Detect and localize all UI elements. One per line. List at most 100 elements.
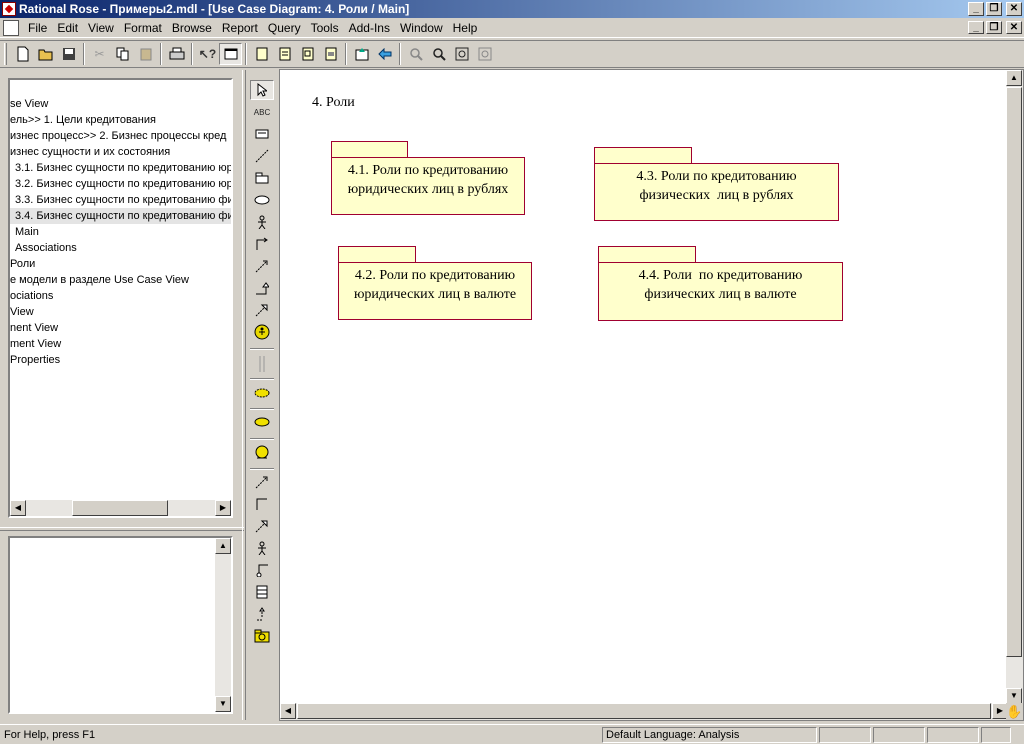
scroll-left-icon[interactable]: ◀ <box>10 500 26 516</box>
copy-icon[interactable] <box>111 43 134 65</box>
zoom-in-icon[interactable] <box>404 43 427 65</box>
business-worker-icon[interactable] <box>250 442 274 462</box>
scroll-down-icon[interactable]: ▼ <box>215 696 231 712</box>
undo-fit-icon[interactable] <box>473 43 496 65</box>
menu-window[interactable]: Window <box>395 21 448 35</box>
unidirectional-association-icon[interactable] <box>250 234 274 254</box>
restore-button[interactable]: ❐ <box>986 2 1002 16</box>
business-use-case-icon[interactable] <box>250 383 274 403</box>
note-icon[interactable] <box>250 124 274 144</box>
new-icon[interactable] <box>11 43 34 65</box>
paste-icon[interactable] <box>134 43 157 65</box>
text-box-icon[interactable]: ABC <box>250 102 274 122</box>
open-icon[interactable] <box>34 43 57 65</box>
use-case-diagram-window[interactable]: 4. Роли 4.1. Роли по кредитованию юридич… <box>279 69 1024 721</box>
menu-help[interactable]: Help <box>448 21 483 35</box>
use-case-icon[interactable] <box>250 190 274 210</box>
browse-class-diagram-icon[interactable] <box>250 43 273 65</box>
browse-interaction-diagram-icon[interactable] <box>273 43 296 65</box>
package-body[interactable]: 4.2. Роли по кредитованию юридических ли… <box>338 262 532 320</box>
menu-file[interactable]: File <box>23 21 52 35</box>
horizontal-splitter[interactable] <box>0 527 244 531</box>
realize2-icon[interactable] <box>250 604 274 624</box>
generalization-icon[interactable] <box>250 278 274 298</box>
print-icon[interactable] <box>165 43 188 65</box>
menu-report[interactable]: Report <box>217 21 263 35</box>
package-body[interactable]: 4.1. Роли по кредитованию юридических ли… <box>331 157 525 215</box>
dependency2-icon[interactable] <box>250 516 274 536</box>
menu-view[interactable]: View <box>83 21 119 35</box>
browser-horizontal-scrollbar[interactable]: ◀ ▶ <box>10 500 231 516</box>
package-body[interactable]: 4.3. Роли по кредитованию физических лиц… <box>594 163 839 221</box>
menu-tools[interactable]: Tools <box>306 21 344 35</box>
browse-deployment-diagram-icon[interactable] <box>319 43 342 65</box>
business-actor-icon[interactable] <box>250 322 274 342</box>
tree-item[interactable]: Properties <box>10 352 231 368</box>
documentation-window[interactable]: ▲ ▼ <box>8 536 233 714</box>
tree-item[interactable]: 3.2. Бизнес сущности по кредитованию юр <box>10 176 231 192</box>
scroll-right-icon[interactable]: ▶ <box>215 500 231 516</box>
scroll-up-icon[interactable]: ▲ <box>215 538 231 554</box>
scroll-thumb[interactable] <box>72 500 168 516</box>
tree-item[interactable]: изнес процесс>> 2. Бизнес процессы кред <box>10 128 231 144</box>
menu-add-ins[interactable]: Add-Ins <box>344 21 395 35</box>
separator-icon[interactable] <box>250 354 274 374</box>
vertical-splitter[interactable] <box>242 70 246 720</box>
mdi-close-button[interactable]: ✕ <box>1006 21 1022 34</box>
document-system-icon[interactable] <box>3 19 19 36</box>
package-icon[interactable] <box>250 168 274 188</box>
tree-item[interactable]: 3.3. Бизнес сущности по кредитованию фи <box>10 192 231 208</box>
flow-icon[interactable] <box>250 494 274 514</box>
minimize-button[interactable]: _ <box>968 2 984 16</box>
tree-item[interactable]: Associations <box>10 240 231 256</box>
actor2-icon[interactable] <box>250 538 274 558</box>
model-browser[interactable]: se View ель>> 1. Цели кредитования изнес… <box>8 78 233 518</box>
scroll-thumb[interactable] <box>1006 87 1022 657</box>
scroll-left-icon[interactable]: ◀ <box>280 703 296 719</box>
menu-format[interactable]: Format <box>119 21 167 35</box>
tree-item[interactable]: ment View <box>10 336 231 352</box>
tree-item[interactable]: View <box>10 304 231 320</box>
mdi-restore-button[interactable]: ❐ <box>986 21 1002 34</box>
tree-item[interactable]: Main <box>10 224 231 240</box>
scroll-down-icon[interactable]: ▼ <box>1006 688 1022 704</box>
tree-item[interactable]: nent View <box>10 320 231 336</box>
class-icon[interactable] <box>250 582 274 602</box>
toolbar-grip[interactable] <box>4 43 7 65</box>
realize-icon[interactable] <box>250 300 274 320</box>
scroll-up-icon[interactable]: ▲ <box>1006 70 1022 86</box>
browse-previous-icon[interactable] <box>373 43 396 65</box>
tree-item-selected[interactable]: 3.4. Бизнес сущности по кредитованию фи <box>10 208 231 224</box>
close-button[interactable]: ✕ <box>1006 2 1022 16</box>
browse-component-diagram-icon[interactable] <box>296 43 319 65</box>
diagram-horizontal-scrollbar[interactable]: ◀ ▶ <box>280 703 1008 720</box>
package-body[interactable]: 4.4. Роли по кредитованию физических лиц… <box>598 262 843 321</box>
mdi-minimize-button[interactable]: _ <box>968 21 984 34</box>
association-icon[interactable] <box>250 472 274 492</box>
tree-item[interactable]: изнес сущности и их состояния <box>10 144 231 160</box>
dependency-icon[interactable] <box>250 256 274 276</box>
menu-query[interactable]: Query <box>263 21 306 35</box>
zoom-out-icon[interactable] <box>427 43 450 65</box>
fit-window-icon[interactable] <box>450 43 473 65</box>
business-entity-icon[interactable] <box>250 626 274 646</box>
documentation-vertical-scrollbar[interactable]: ▲ ▼ <box>215 538 231 712</box>
scroll-thumb[interactable] <box>297 703 991 719</box>
title-bar[interactable]: Rational Rose - Примеры2.mdl - [Use Case… <box>0 0 1024 18</box>
diagram-title[interactable]: 4. Роли <box>312 95 355 111</box>
menu-edit[interactable]: Edit <box>52 21 83 35</box>
tree-item[interactable]: ociations <box>10 288 231 304</box>
generalization2-icon[interactable] <box>250 560 274 580</box>
anchor-note-icon[interactable] <box>250 146 274 166</box>
hand-grip-icon[interactable]: ✋ <box>1006 703 1023 720</box>
rational-rose-app-icon[interactable] <box>2 2 16 16</box>
context-help-icon[interactable]: ↖? <box>196 43 219 65</box>
tree-item[interactable]: е модели в разделе Use Case View <box>10 272 231 288</box>
use-case-realization-icon[interactable] <box>250 412 274 432</box>
actor-icon[interactable] <box>250 212 274 232</box>
tree-item[interactable]: 3.1. Бизнес сущности по кредитованию юр <box>10 160 231 176</box>
browse-parent-icon[interactable] <box>350 43 373 65</box>
view-docs-icon[interactable] <box>219 43 242 65</box>
selection-tool-icon[interactable] <box>250 80 274 100</box>
save-icon[interactable] <box>57 43 80 65</box>
